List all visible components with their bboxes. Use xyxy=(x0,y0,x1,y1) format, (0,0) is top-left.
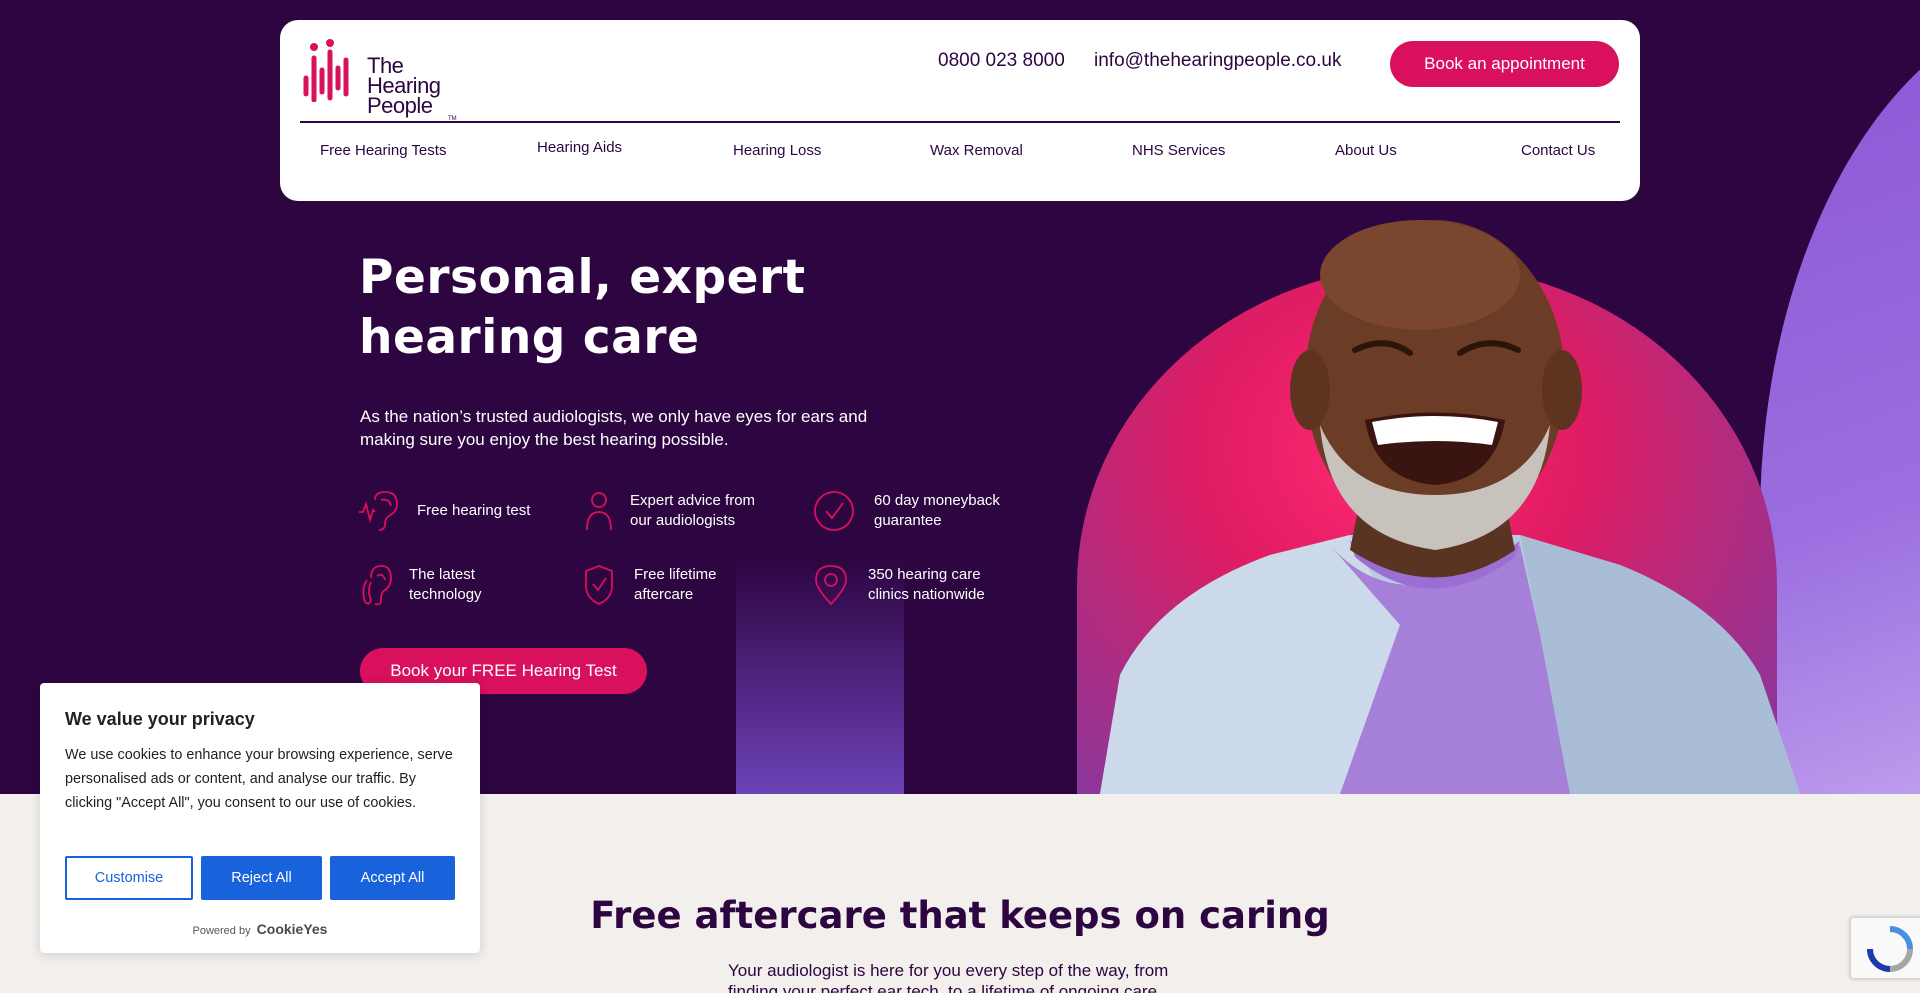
nav-item-nhs-services[interactable]: NHS Services xyxy=(1132,142,1225,159)
hero-title: Personal, expert hearing care xyxy=(359,250,806,365)
recaptcha-icon xyxy=(1867,926,1913,972)
feature-label: Free lifetime aftercare xyxy=(634,566,717,603)
main-nav: Free Hearing Tests Hearing Aids Hearing … xyxy=(300,139,1620,166)
feature-label: Expert advice from our audiologists xyxy=(630,492,756,529)
person-icon xyxy=(586,492,612,531)
site-logo[interactable]: The Hearing People TM xyxy=(300,38,457,122)
cookie-accept-all-button[interactable]: Accept All xyxy=(330,856,455,900)
feature-lifetime-aftercare: Free lifetime aftercare xyxy=(585,564,717,606)
ear-soundwave-icon xyxy=(359,491,398,531)
nav-item-hearing-aids[interactable]: Hearing Aids xyxy=(537,139,622,156)
shield-check-icon xyxy=(585,565,613,605)
nav-item-free-hearing-tests[interactable]: Free Hearing Tests xyxy=(320,142,446,159)
cookie-reject-all-button[interactable]: Reject All xyxy=(201,856,322,900)
logo-line-3: People xyxy=(367,93,433,118)
cookie-description: We use cookies to enhance your browsing … xyxy=(65,747,453,811)
email-link[interactable]: info@thehearingpeople.co.uk xyxy=(1094,50,1341,72)
header-card: The Hearing People TM 0800 023 8000 info… xyxy=(280,20,1640,201)
nav-item-contact-us[interactable]: Contact Us xyxy=(1521,142,1595,159)
cookieyes-logo[interactable]: CookieYes xyxy=(257,921,328,937)
cookie-consent-banner: We value your privacy We use cookies to … xyxy=(40,683,480,953)
feature-label: Free hearing test xyxy=(417,502,531,519)
hero-portrait-image xyxy=(1100,220,1800,794)
nav-item-hearing-loss[interactable]: Hearing Loss xyxy=(733,142,821,159)
check-circle-icon xyxy=(814,491,854,531)
feature-label: 60 day moneyback guarantee xyxy=(874,492,1000,529)
feature-free-hearing-test: Free hearing test xyxy=(359,490,530,532)
cookie-title: We value your privacy xyxy=(65,709,255,729)
nav-divider xyxy=(300,121,1620,123)
phone-link[interactable]: 0800 023 8000 xyxy=(938,50,1065,72)
section-subtitle: Your audiologist is here for you every s… xyxy=(728,961,1169,993)
feature-clinics-nationwide: 350 hearing care clinics nationwide xyxy=(814,564,985,606)
logo-wordmark: The Hearing People xyxy=(367,55,441,118)
hero-subtitle: As the nation’s trusted audiologists, we… xyxy=(360,407,868,449)
powered-by-label: Powered by xyxy=(192,925,251,937)
feature-label: The latest technology xyxy=(409,566,482,603)
nav-item-wax-removal[interactable]: Wax Removal xyxy=(930,142,1023,159)
hearing-people-logo-icon xyxy=(303,39,349,103)
feature-latest-technology: The latest technology xyxy=(359,564,482,606)
feature-expert-advice: Expert advice from our audiologists xyxy=(585,490,755,532)
cookie-powered-by: Powered by CookieYes xyxy=(40,921,480,937)
nav-item-about-us[interactable]: About Us xyxy=(1335,142,1397,159)
location-pin-icon xyxy=(815,565,847,606)
recaptcha-badge[interactable] xyxy=(1850,917,1920,979)
cookie-customise-button[interactable]: Customise xyxy=(65,856,193,900)
hearing-aid-icon xyxy=(362,565,392,606)
book-appointment-button[interactable]: Book an appointment xyxy=(1390,41,1619,87)
feature-moneyback-guarantee: 60 day moneyback guarantee xyxy=(814,490,1000,532)
feature-label: 350 hearing care clinics nationwide xyxy=(868,566,985,603)
